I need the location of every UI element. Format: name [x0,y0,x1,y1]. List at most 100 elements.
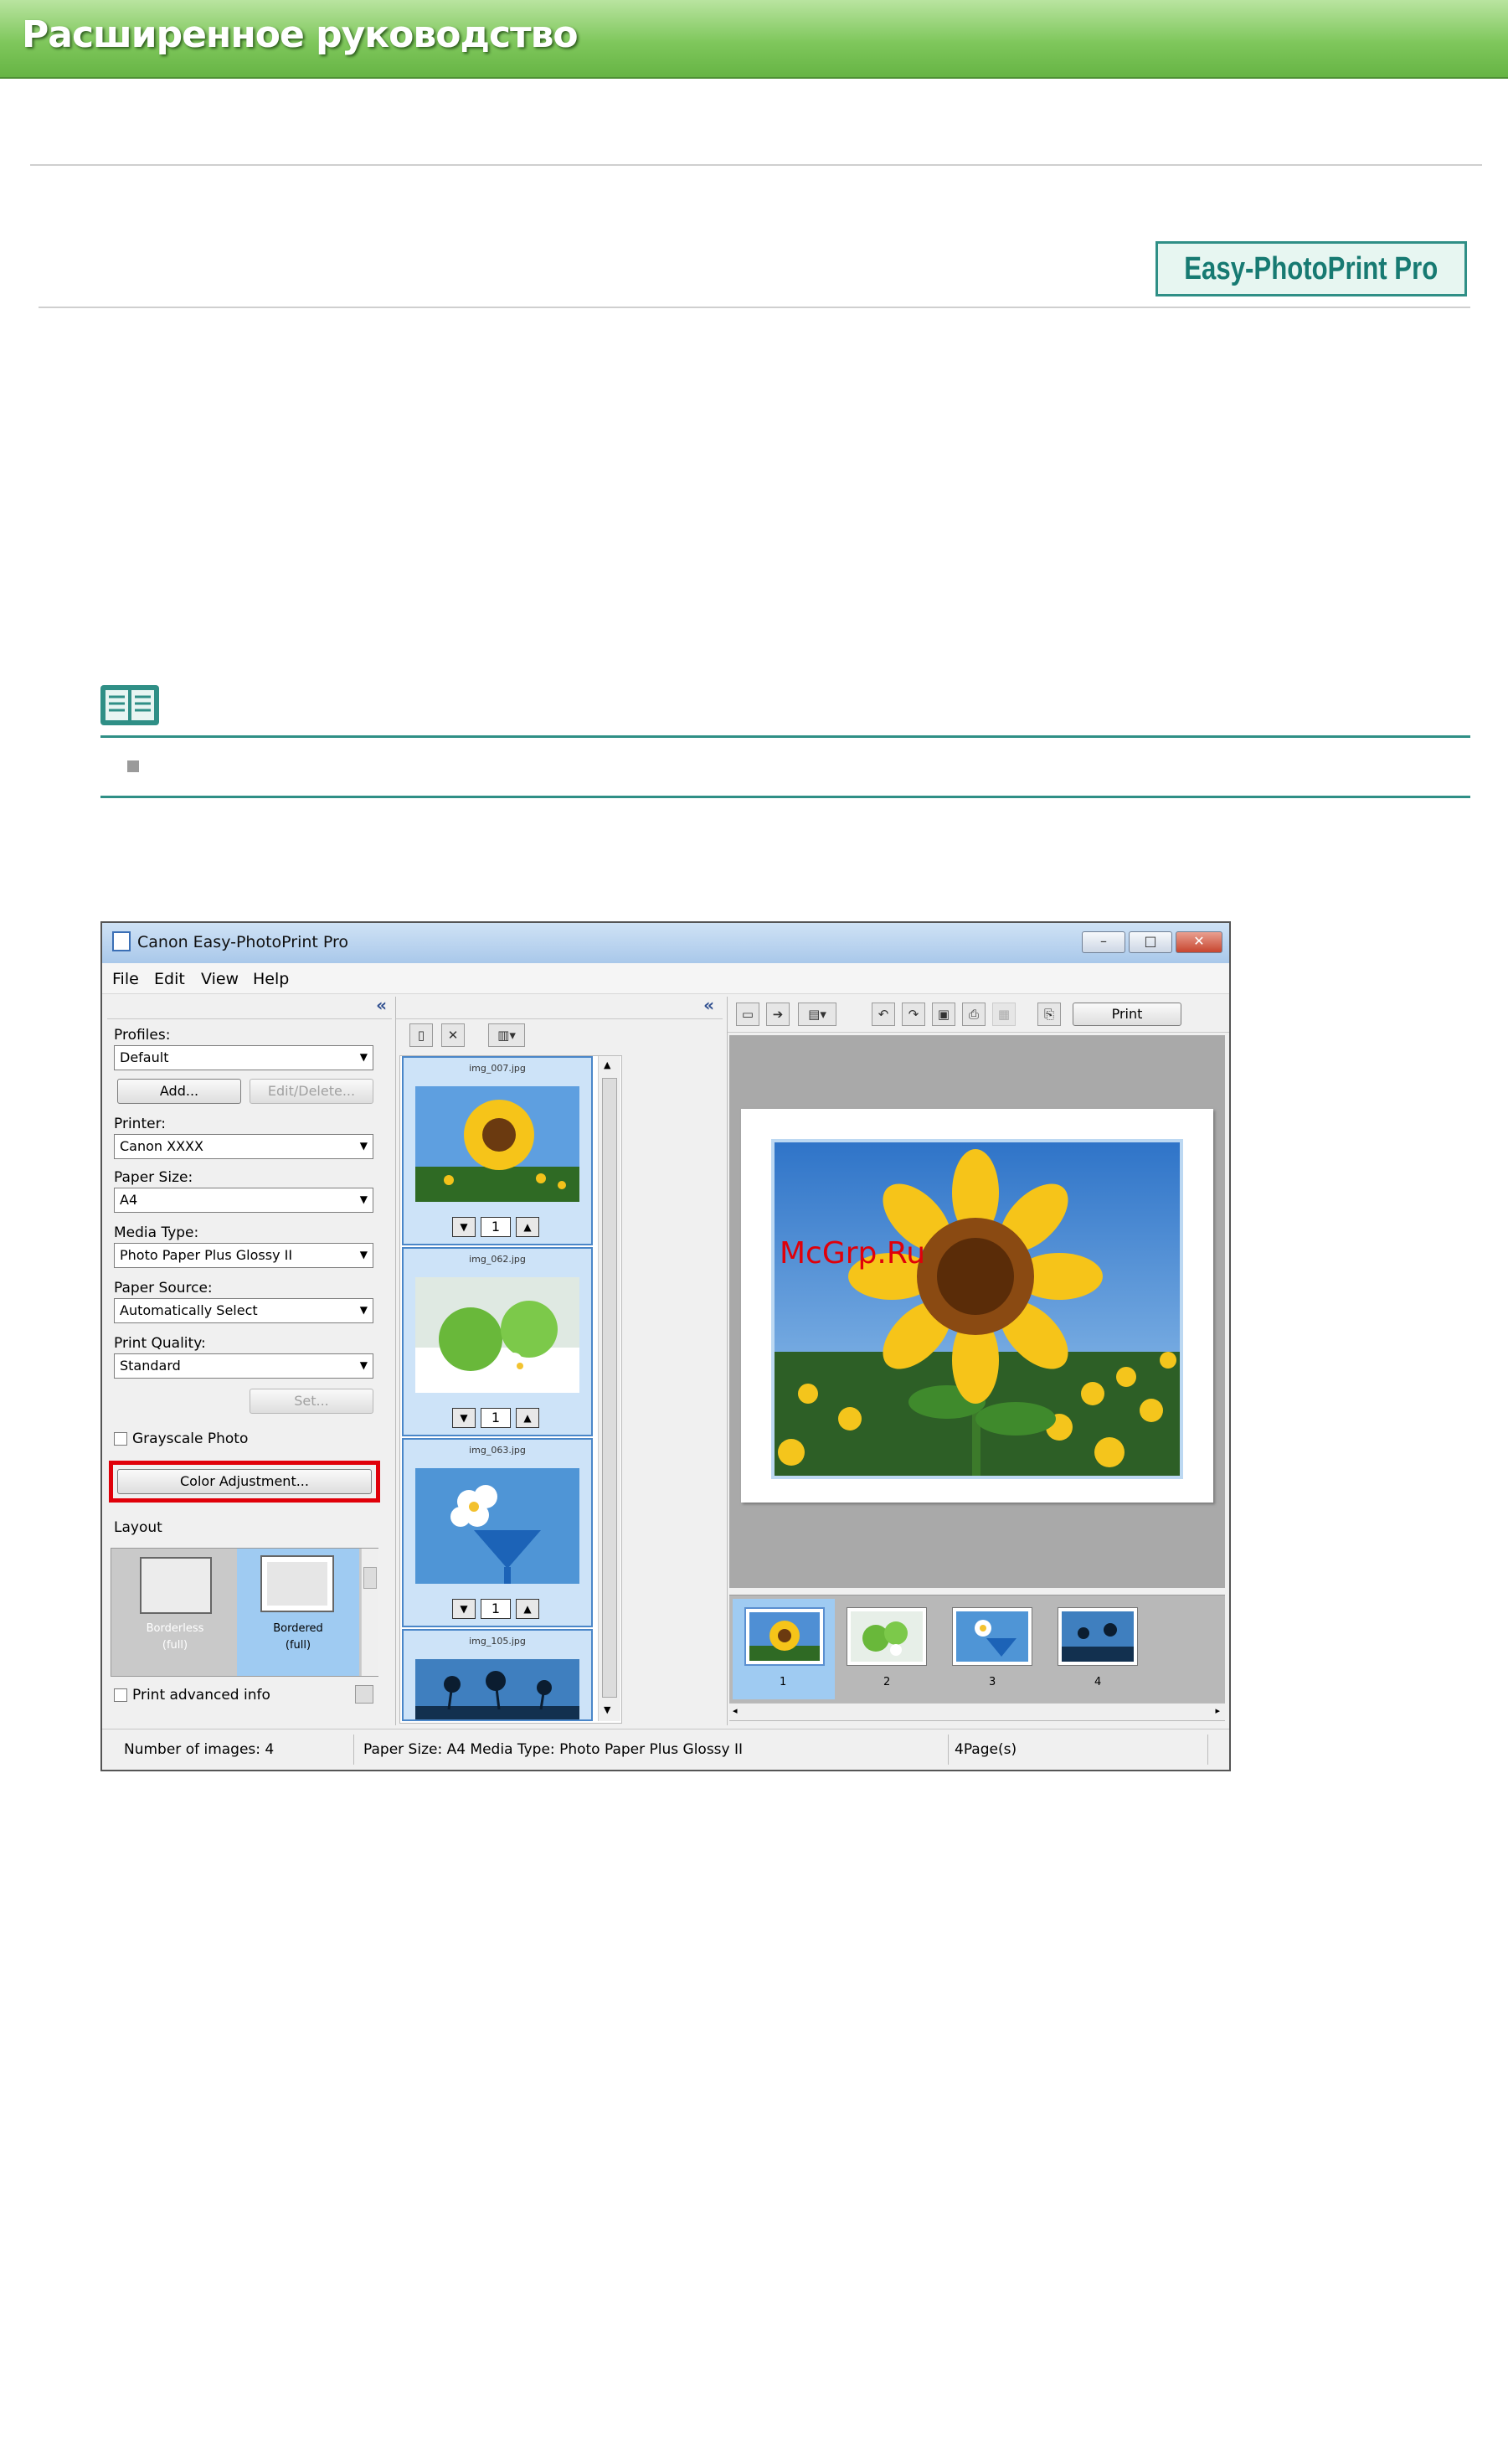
menu-file[interactable]: File [112,970,139,988]
copies-value[interactable]: 1 [481,1408,511,1428]
page-thumb-1[interactable] [744,1607,825,1666]
thumbnail-scrollbar[interactable]: ▲ ▼ [598,1056,620,1721]
layout-caption: (full) [285,1639,311,1652]
layout-label: Layout [114,1519,162,1536]
page-number: 3 [989,1676,996,1688]
close-button[interactable]: ✕ [1176,931,1222,953]
scroll-right-icon[interactable]: ▸ [1215,1705,1220,1716]
decrease-copies-icon[interactable]: ▼ [452,1217,476,1237]
thumbnail-list: img_007.jpg ▼ 1 ▲ img_062.jpg ▼ 1 ▲ img_… [399,1055,622,1724]
paper-source-label: Paper Source: [114,1280,213,1296]
layout-options-icon[interactable]: ▤▾ [798,1003,836,1026]
preview-photo-sunflower[interactable] [771,1139,1183,1479]
printer-value: Canon XXXX [120,1138,203,1154]
increase-copies-icon[interactable]: ▲ [516,1599,539,1619]
scroll-up-icon[interactable]: ▲ [604,1059,610,1070]
grayscale-checkbox[interactable] [114,1432,127,1446]
copies-value[interactable]: 1 [481,1217,511,1237]
maximize-button[interactable]: □ [1129,931,1172,953]
profiles-select[interactable]: Default ▼ [114,1045,373,1070]
page-thumb-3[interactable] [952,1607,1032,1666]
info-settings-icon[interactable] [355,1685,373,1704]
menu-edit[interactable]: Edit [154,970,185,988]
page-thumb-4[interactable] [1058,1607,1138,1666]
layout-list: Borderless (full) Bordered (full) [111,1548,378,1677]
profiles-value: Default [120,1049,169,1065]
edit-delete-button[interactable]: Edit/Delete... [250,1079,373,1104]
window-title: Canon Easy-PhotoPrint Pro [137,933,349,951]
rotate-left-icon[interactable]: ↶ [872,1003,895,1026]
image-filename: img_007.jpg [469,1063,526,1074]
profiles-label: Profiles: [114,1027,171,1044]
image-thumbnail-glass [415,1468,579,1584]
media-type-select[interactable]: Photo Paper Plus Glossy II ▼ [114,1243,373,1268]
collapse-icon[interactable]: « [703,995,714,1015]
paper-size-select[interactable]: A4 ▼ [114,1188,373,1213]
decrease-copies-icon[interactable]: ▼ [452,1599,476,1619]
print-advanced-checkbox[interactable] [114,1688,127,1702]
paper-preview [741,1109,1213,1503]
delete-image-icon[interactable]: ✕ [441,1023,465,1047]
layout-thumb [260,1555,334,1612]
scroll-thumb[interactable] [602,1078,617,1698]
note-rule-bottom [100,796,1470,798]
page-strip-scrollbar[interactable]: ◂ ▸ [729,1703,1225,1720]
page-icon[interactable]: ▭ [736,1003,759,1026]
minimize-button[interactable]: – [1082,931,1125,953]
view-mode-icon[interactable]: ▥▾ [488,1023,525,1047]
scroll-thumb[interactable] [363,1567,377,1589]
app-window: Canon Easy-PhotoPrint Pro – □ ✕ File Edi… [100,921,1231,1771]
page-number: 1 [780,1676,787,1688]
paper-source-select[interactable]: Automatically Select ▼ [114,1298,373,1323]
layout-scrollbar[interactable] [361,1549,378,1676]
menu-help[interactable]: Help [253,970,289,988]
image-cell[interactable]: img_062.jpg ▼ 1 ▲ [402,1247,593,1436]
layout-borderless[interactable]: Borderless (full) [116,1552,234,1673]
print-advanced-label: Print advanced info [132,1687,270,1704]
chevron-down-icon: ▼ [359,1359,368,1371]
print-preview-icon[interactable]: ⎙ [962,1003,986,1026]
grayscale-label: Grayscale Photo [132,1430,249,1447]
scroll-left-icon[interactable]: ◂ [733,1705,738,1716]
image-cell[interactable]: img_105.jpg [402,1629,593,1721]
color-adjustment-button[interactable]: Color Adjustment... [117,1469,372,1494]
set-button[interactable]: Set... [250,1389,373,1414]
print-button[interactable]: Print [1073,1003,1181,1026]
media-type-value: Photo Paper Plus Glossy II [120,1247,293,1263]
disabled-tool-icon[interactable]: ▦ [992,1003,1016,1026]
printer-select[interactable]: Canon XXXX ▼ [114,1134,373,1159]
divider [39,307,1470,308]
note-rule-top [100,735,1470,738]
image-cell[interactable]: img_063.jpg ▼ 1 ▲ [402,1438,593,1627]
chevron-down-icon: ▼ [359,1304,368,1316]
preview-panel: ▭ ➔ ▤▾ ↶ ↷ ▣ ⎙ ▦ ⎘ Print McGrp.Ru 1 2 3 … [727,997,1229,1725]
image-cell[interactable]: img_007.jpg ▼ 1 ▲ [402,1056,593,1245]
printer-label: Printer: [114,1116,166,1132]
scroll-down-icon[interactable]: ▼ [604,1704,610,1715]
trim-icon[interactable]: ▣ [932,1003,955,1026]
product-badge: Easy-PhotoPrint Pro [1155,241,1467,296]
rotate-right-icon[interactable]: ↷ [902,1003,925,1026]
copies-value[interactable]: 1 [481,1599,511,1619]
status-divider [948,1735,949,1765]
layout-bordered[interactable]: Bordered (full) [237,1549,359,1676]
note-book-icon [99,683,161,727]
decrease-copies-icon[interactable]: ▼ [452,1408,476,1428]
chevron-down-icon: ▼ [359,1193,368,1205]
note-bullet [127,760,139,772]
product-badge-label: Easy-PhotoPrint Pro [1184,250,1439,286]
title-bar: Canon Easy-PhotoPrint Pro – □ ✕ [102,923,1229,963]
collapse-icon[interactable]: « [376,995,387,1015]
import-icon[interactable]: ➔ [766,1003,790,1026]
layout-thumb [140,1557,212,1614]
print-settings-icon[interactable]: ⎘ [1037,1003,1061,1026]
menu-view[interactable]: View [201,970,239,988]
print-quality-select[interactable]: Standard ▼ [114,1353,373,1379]
increase-copies-icon[interactable]: ▲ [516,1408,539,1428]
add-image-icon[interactable]: ▯ [409,1023,433,1047]
add-profile-button[interactable]: Add... [117,1079,241,1104]
layout-caption: Borderless [146,1622,204,1635]
image-thumbnail-sunflower [415,1086,579,1202]
increase-copies-icon[interactable]: ▲ [516,1217,539,1237]
page-thumb-2[interactable] [847,1607,927,1666]
